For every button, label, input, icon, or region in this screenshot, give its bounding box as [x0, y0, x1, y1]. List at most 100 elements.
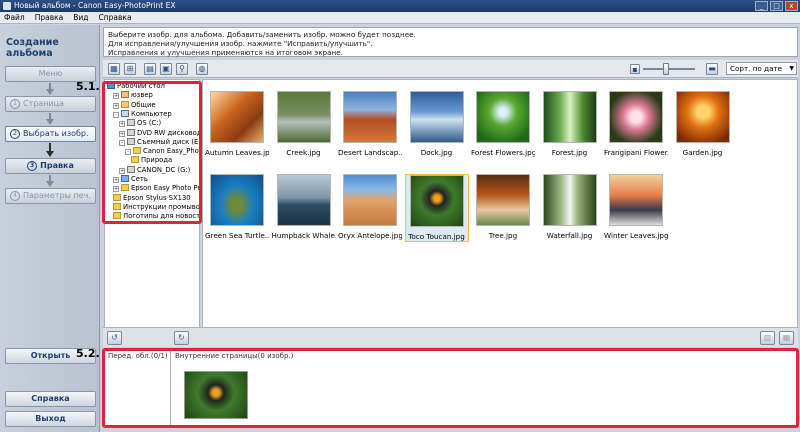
- select-step-label: Выбрать изобр.: [23, 129, 89, 138]
- photo-preview: [409, 91, 464, 143]
- photo-preview: [343, 174, 397, 226]
- image-thumbnail[interactable]: Waterfall.jpg: [538, 174, 602, 240]
- instruction-line: Исправления и улучшения применяются на и…: [108, 48, 343, 57]
- large-thumbnails-icon[interactable]: ▦: [108, 63, 120, 75]
- menu-view[interactable]: Вид: [73, 12, 88, 23]
- image-thumbnail[interactable]: Toco Toucan.jpg: [404, 174, 469, 242]
- large-size-icon: ▬: [706, 63, 718, 75]
- grid-view-icon[interactable]: ⊞: [124, 63, 136, 75]
- image-thumbnail[interactable]: Humpback Whale...: [272, 174, 336, 240]
- step-arrow-icon: [46, 89, 54, 95]
- image-toolbar: ▦ ⊞ ▤ ▣ ⚲ ◍ ▪ ▬ Сорт. по дате ▼: [103, 60, 798, 78]
- image-thumbnail[interactable]: Winter Leaves.jpg: [604, 174, 668, 240]
- title-bar: Новый альбом - Canon Easy-PhotoPrint EX …: [0, 0, 800, 12]
- photo-preview: [675, 91, 730, 143]
- tray-highlight-frame: [102, 348, 799, 428]
- open-label: Открыть: [30, 351, 71, 360]
- photo-preview: [476, 91, 530, 143]
- image-filename: Garden.jpg: [682, 148, 723, 157]
- image-thumbnail[interactable]: Frangipani Flower...: [604, 91, 668, 157]
- photo-preview: [476, 174, 530, 226]
- image-thumbnail[interactable]: Creek.jpg: [272, 91, 336, 157]
- exit-label: Выход: [35, 414, 66, 423]
- help-button[interactable]: Справка: [5, 391, 96, 407]
- edit-step-button[interactable]: 3 Правка: [5, 158, 96, 174]
- slider-thumb[interactable]: [663, 63, 669, 75]
- image-filename: Frangipani Flower...: [604, 148, 668, 157]
- tree-highlight-frame: [102, 81, 202, 224]
- image-thumbnail[interactable]: Oryx Antelope.jpg: [338, 174, 402, 240]
- callout-5-2: 5.2.: [76, 347, 100, 360]
- rotate-right-icon[interactable]: ↻: [174, 331, 189, 345]
- image-filename: Dock.jpg: [420, 148, 453, 157]
- photo-preview: [210, 174, 264, 226]
- image-thumbnail[interactable]: Tree.jpg: [471, 174, 535, 240]
- window-title: Новый альбом - Canon Easy-PhotoPrint EX: [14, 1, 176, 10]
- instructions-box: Выберите изобр. для альбома. Добавить/за…: [103, 27, 798, 57]
- step-arrow-icon: [46, 151, 54, 157]
- image-filename: Humpback Whale...: [271, 231, 336, 240]
- thumbnail-size-slider[interactable]: [643, 63, 695, 75]
- menu-bar: Файл Правка Вид Справка: [0, 12, 800, 24]
- photo-preview: [210, 91, 264, 143]
- sort-value: Сорт. по дате: [730, 64, 783, 73]
- step-arrow-icon: [46, 181, 54, 187]
- photo-preview: [542, 174, 597, 226]
- image-filename: Forest Flowers.jpg: [471, 148, 535, 157]
- step-number-icon: 1: [10, 98, 20, 109]
- image-thumbnail[interactable]: Forest.jpg: [538, 91, 602, 157]
- step-arrow-icon: [46, 119, 54, 125]
- calendar-view-icon[interactable]: ▣: [160, 63, 172, 75]
- select-image-step-button[interactable]: 2 Выбрать изобр.: [5, 126, 96, 142]
- image-thumbnail[interactable]: Forest Flowers.jpg: [471, 91, 535, 157]
- remove-image-icon[interactable]: ▥: [760, 331, 775, 345]
- image-filename: Desert Landscap...: [338, 148, 402, 157]
- app-icon: [3, 2, 11, 10]
- print-settings-step-button[interactable]: 4 Параметры печ.: [5, 188, 96, 204]
- step-number-icon: 4: [10, 190, 20, 201]
- page-step-label: Страница: [23, 99, 65, 108]
- panel-title: Создание альбома: [6, 37, 59, 59]
- globe-icon[interactable]: ◍: [196, 63, 208, 75]
- photo-preview: [542, 91, 597, 143]
- image-filename: Creek.jpg: [286, 148, 321, 157]
- menu-edit[interactable]: Правка: [35, 12, 64, 23]
- photo-preview: [409, 175, 464, 227]
- instruction-line: Выберите изобр. для альбома. Добавить/за…: [108, 30, 416, 39]
- exit-button[interactable]: Выход: [5, 411, 96, 427]
- photo-preview: [276, 91, 331, 143]
- image-filename: Tree.jpg: [488, 231, 518, 240]
- menu-file[interactable]: Файл: [4, 12, 25, 23]
- image-filename: Winter Leaves.jpg: [604, 231, 668, 240]
- maximize-button[interactable]: □: [770, 1, 783, 11]
- step-number-icon: 3: [27, 160, 38, 171]
- image-filename: Green Sea Turtle...: [205, 231, 269, 240]
- photo-preview: [276, 174, 331, 226]
- help-label: Справка: [31, 394, 70, 403]
- image-thumbnail[interactable]: Autumn Leaves.jpg: [205, 91, 269, 157]
- image-gallery: Autumn Leaves.jpg Creek.jpg Desert Landsca…: [202, 79, 798, 342]
- image-filename: Forest.jpg: [551, 148, 588, 157]
- print-step-label: Параметры печ.: [23, 191, 91, 200]
- menu-step-label: Меню: [38, 69, 63, 78]
- slider-track: [643, 68, 695, 70]
- photo-preview: [343, 91, 397, 143]
- image-thumbnail[interactable]: Desert Landscap...: [338, 91, 402, 157]
- menu-help[interactable]: Справка: [99, 12, 132, 23]
- image-thumbnail[interactable]: Dock.jpg: [405, 91, 469, 157]
- instruction-line: Для исправления/улучшения изобр. нажмите…: [108, 39, 373, 48]
- gallery-bottom-bar: ↺ ↻ ▥ ▦: [103, 327, 798, 347]
- image-thumbnail[interactable]: Green Sea Turtle...: [205, 174, 269, 240]
- close-button[interactable]: x: [785, 1, 798, 11]
- callout-5-1: 5.1.: [76, 80, 100, 93]
- folder-view-icon[interactable]: ▤: [144, 63, 156, 75]
- minimize-button[interactable]: _: [755, 1, 768, 11]
- sort-select[interactable]: Сорт. по дате ▼: [726, 62, 797, 75]
- rotate-left-icon[interactable]: ↺: [107, 331, 122, 345]
- add-image-icon[interactable]: ▦: [779, 331, 794, 345]
- edit-step-label: Правка: [40, 161, 74, 170]
- search-icon[interactable]: ⚲: [176, 63, 188, 75]
- image-thumbnail[interactable]: Garden.jpg: [671, 91, 735, 157]
- page-step-button[interactable]: 1 Страница: [5, 96, 96, 112]
- window-controls: _ □ x: [755, 1, 798, 11]
